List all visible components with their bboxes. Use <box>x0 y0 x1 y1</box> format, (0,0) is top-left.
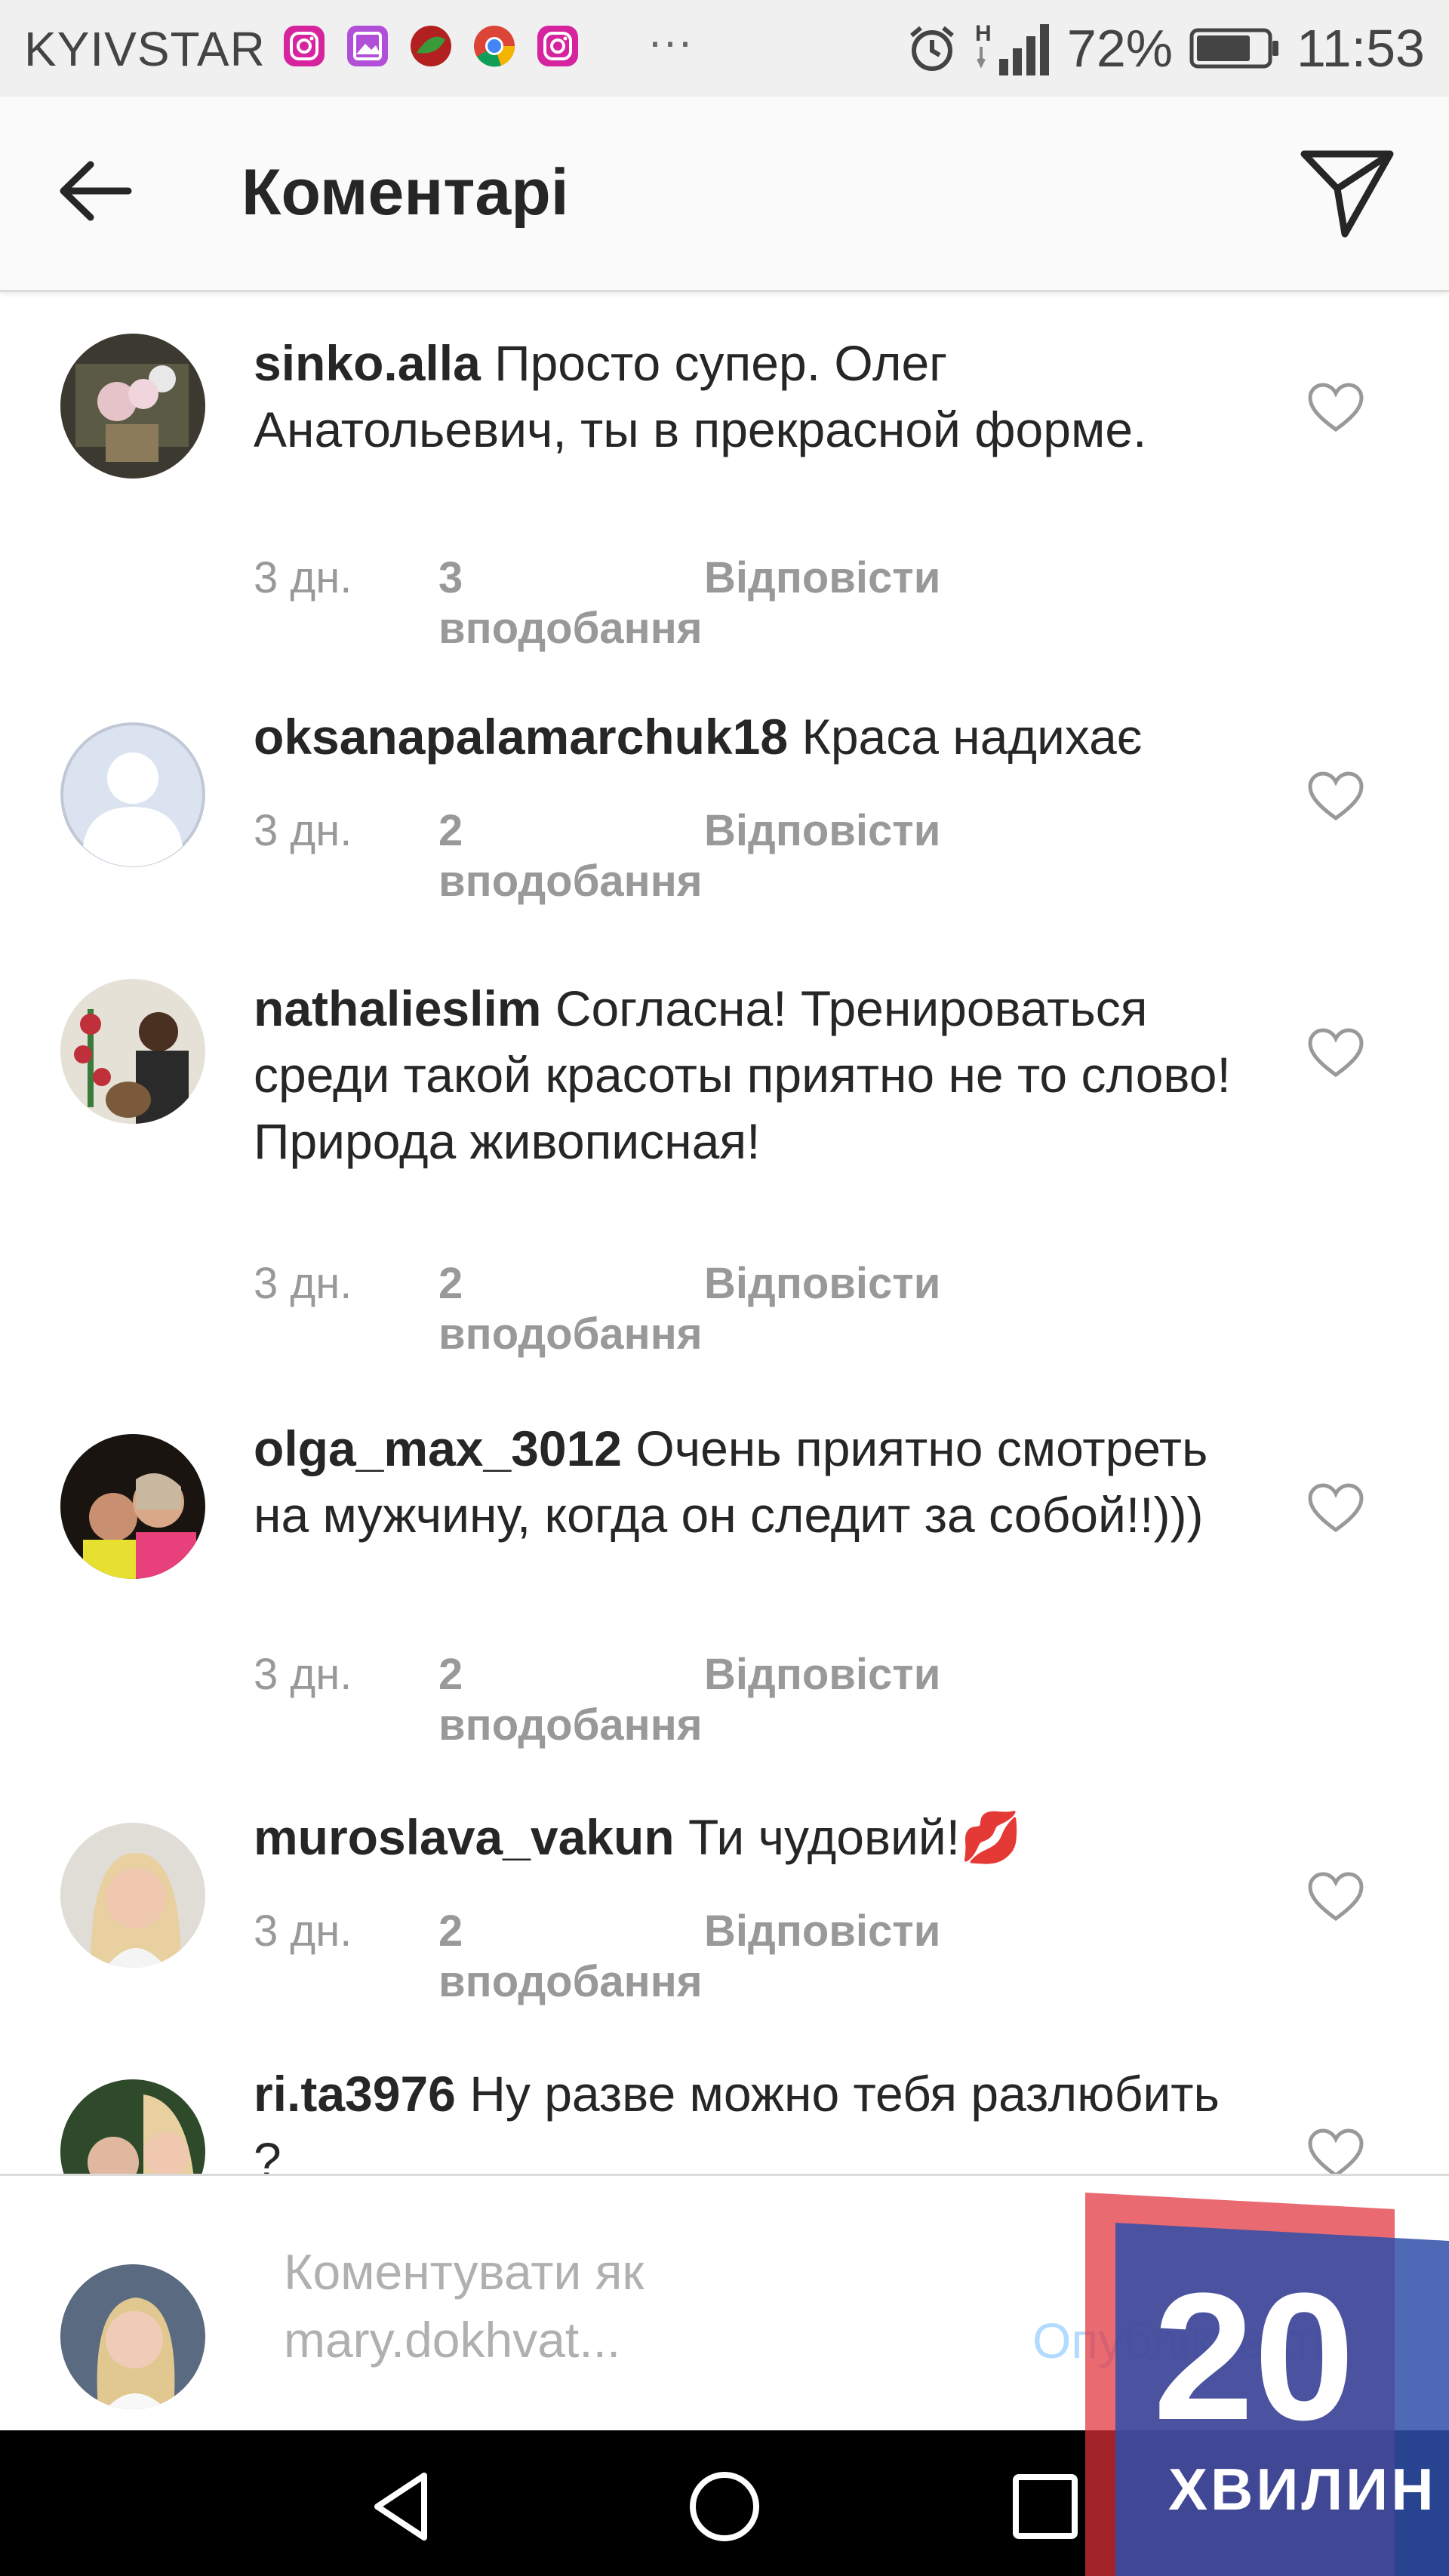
comment-text: ri.ta3976 Ну разве можно тебя разлюбить … <box>254 2060 1250 2174</box>
avatar[interactable] <box>60 1434 205 1579</box>
avatar <box>60 2264 205 2409</box>
instagram-icon <box>281 23 328 69</box>
comment-likes[interactable]: 3 вподобання <box>438 552 704 654</box>
comment-username[interactable]: oksanapalamarchuk18 <box>254 709 788 765</box>
heart-icon[interactable] <box>1307 381 1364 434</box>
comment-time: 3 дн. <box>254 553 352 602</box>
more-notifications-icon: ··· <box>648 16 693 66</box>
watermark-logo: 20 ХВИЛИН <box>1085 2193 1449 2576</box>
avatar[interactable] <box>60 2079 205 2174</box>
comment-input-placeholder-line2: mary.dokhvat... <box>284 2312 621 2368</box>
signal-icon: H <box>975 21 1049 75</box>
home-circle-icon[interactable] <box>683 2465 766 2548</box>
comment-username[interactable]: olga_max_3012 <box>254 1420 622 1476</box>
comment-text: muroslava_vakun Ти чудовий!💋 <box>254 1804 1250 1870</box>
reply-button[interactable]: Відповісти <box>704 805 940 906</box>
chrome-icon <box>471 23 518 69</box>
comment-username[interactable]: ri.ta3976 <box>254 2066 456 2122</box>
heart-icon[interactable] <box>1307 1026 1364 1079</box>
alarm-icon <box>909 26 954 71</box>
comment-username[interactable]: nathalieslim <box>254 980 541 1036</box>
back-arrow-icon[interactable] <box>53 149 136 232</box>
clock: 11:53 <box>1297 19 1425 78</box>
recent-apps-square-icon[interactable] <box>1004 2465 1087 2548</box>
comment-likes[interactable]: 2 вподобання <box>438 805 704 906</box>
comment-username[interactable]: sinko.alla <box>254 335 481 391</box>
battery-icon <box>1189 28 1279 69</box>
network-type: H <box>975 21 992 46</box>
comment-meta: 3 дн. 3 вподобання Відповісти <box>254 552 940 654</box>
status-bar: KYIVSTAR ··· H 72% 11:53 <box>0 0 1449 97</box>
comment-body: Краса надихає <box>801 709 1143 765</box>
comment-time: 3 дн. <box>254 1259 352 1308</box>
comment-input[interactable]: Коментувати як mary.dokhvat... <box>284 2238 963 2374</box>
page-title: Коментарі <box>242 156 569 229</box>
comment-text: olga_max_3012 Очень приятно смотреть на … <box>254 1415 1250 1548</box>
comment-username[interactable]: muroslava_vakun <box>254 1809 675 1865</box>
reply-button[interactable]: Відповісти <box>704 1258 940 1359</box>
avatar[interactable] <box>60 1823 205 1968</box>
comment-text: sinko.alla Просто супер. Олег Анатольеви… <box>254 330 1250 463</box>
avatar[interactable] <box>60 334 205 479</box>
reply-button[interactable]: Відповісти <box>704 1906 940 2007</box>
comment-list[interactable]: sinko.alla Просто супер. Олег Анатольеви… <box>0 292 1449 2174</box>
gallery-icon <box>344 23 391 69</box>
comment-meta: 3 дн. 2 вподобання Відповісти <box>254 1649 940 1750</box>
comment-time: 3 дн. <box>254 806 352 855</box>
carrier-name: KYIVSTAR <box>24 22 266 76</box>
status-indicators: H 72% 11:53 <box>906 18 1425 78</box>
avatar[interactable] <box>60 722 205 867</box>
comment-meta: 3 дн. 2 вподобання Відповісти <box>254 805 940 906</box>
heart-icon[interactable] <box>1307 770 1364 823</box>
comment-likes[interactable]: 2 вподобання <box>438 1258 704 1359</box>
heart-icon[interactable] <box>1307 1482 1364 1534</box>
comment-time: 3 дн. <box>254 1650 352 1699</box>
comment-likes[interactable]: 2 вподобання <box>438 1649 704 1750</box>
comment-body: Ти чудовий!💋 <box>688 1809 1023 1865</box>
comment-input-placeholder-line1: Коментувати як <box>284 2244 645 2300</box>
comment-time: 3 дн. <box>254 1907 352 1956</box>
back-triangle-icon[interactable] <box>362 2465 445 2548</box>
comments-header: Коментарі <box>0 97 1449 292</box>
comment-likes[interactable]: 2 вподобання <box>438 1906 704 2007</box>
instagram-icon <box>534 23 581 69</box>
reply-button[interactable]: Відповісти <box>704 552 940 654</box>
watermark-number: 20 <box>1153 2255 1355 2458</box>
comment-meta: 3 дн. 2 вподобання Відповісти <box>254 1906 940 2007</box>
direct-send-icon[interactable] <box>1298 146 1396 240</box>
comment-text: oksanapalamarchuk18 Краса надихає <box>254 703 1250 770</box>
avatar[interactable] <box>60 979 205 1124</box>
heart-icon[interactable] <box>1307 1870 1364 1923</box>
heart-icon[interactable] <box>1307 2127 1364 2174</box>
watermark-word: ХВИЛИН <box>1168 2456 1437 2522</box>
reply-button[interactable]: Відповісти <box>704 1649 940 1750</box>
app-icon <box>408 23 454 69</box>
comment-text: nathalieslim Согласна! Тренироваться сре… <box>254 975 1250 1174</box>
comment-meta: 3 дн. 2 вподобання Відповісти <box>254 1258 940 1359</box>
notification-icons <box>281 23 581 69</box>
battery-percent: 72% <box>1066 19 1174 78</box>
